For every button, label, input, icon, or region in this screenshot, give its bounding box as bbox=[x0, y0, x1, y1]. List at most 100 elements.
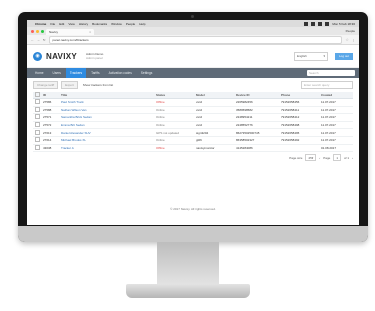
cell-status: Offline bbox=[154, 98, 194, 107]
forward-icon[interactable]: → bbox=[37, 38, 40, 42]
os-menubar: Chrome File Edit View History Bookmarks … bbox=[27, 20, 359, 27]
row-checkbox[interactable] bbox=[33, 98, 41, 107]
cell-title[interactable]: Daniel Alexander SUV bbox=[59, 128, 154, 137]
row-checkbox[interactable] bbox=[33, 121, 41, 130]
cell-id: 27588 bbox=[41, 106, 59, 115]
cell-created: 01.08.2017 bbox=[319, 144, 353, 153]
menu-help[interactable]: Help bbox=[139, 22, 145, 26]
cell-title[interactable]: Michael Brooks XL bbox=[59, 136, 154, 145]
show-from-list-link[interactable]: Show trackers from list bbox=[83, 83, 113, 87]
cell-model: sign3204 bbox=[194, 128, 234, 137]
menu-people[interactable]: People bbox=[126, 22, 135, 26]
cell-status: Online bbox=[154, 136, 194, 145]
bookmark-star-icon[interactable]: ☆ bbox=[345, 37, 349, 42]
browser-tab[interactable]: Navixy × bbox=[46, 29, 94, 35]
page-number-value: 1 bbox=[336, 155, 338, 160]
browser-menu-icon[interactable]: ⋮ bbox=[352, 38, 355, 42]
export-button[interactable]: Export bbox=[61, 81, 78, 89]
maximize-window-icon[interactable] bbox=[41, 29, 44, 33]
menu-edit[interactable]: Edit bbox=[59, 22, 64, 26]
minimize-window-icon[interactable] bbox=[36, 29, 39, 33]
table-row[interactable]: 27572 Emma Brit Sedan Online vsrcl 22485… bbox=[33, 121, 353, 130]
cell-model: gt06 bbox=[194, 136, 234, 145]
close-window-icon[interactable] bbox=[31, 29, 34, 33]
cell-title[interactable]: Paul Smith Truck bbox=[59, 98, 154, 107]
cell-model: vsrcl bbox=[194, 113, 234, 122]
nav-search-placeholder: Search bbox=[309, 71, 319, 75]
monitor-stand-base bbox=[126, 284, 250, 298]
status-icon[interactable] bbox=[311, 21, 316, 26]
logout-button[interactable]: Log out bbox=[335, 52, 353, 60]
nav-activation-codes[interactable]: Activation codes bbox=[105, 68, 136, 78]
cell-status: GPS not updated bbox=[154, 128, 194, 137]
nav-trackers[interactable]: Trackers bbox=[65, 68, 87, 78]
nav-tariffs[interactable]: Tariffs bbox=[87, 68, 103, 78]
menu-file[interactable]: File bbox=[50, 22, 55, 26]
browser-urlbar: ← → ↻ panel.navixy.com/#trackers ☆ ⋮ bbox=[27, 35, 359, 45]
cell-title[interactable]: Tracker A bbox=[59, 144, 154, 153]
prev-page-icon[interactable]: ‹ bbox=[319, 156, 320, 160]
screen: Chrome File Edit View History Bookmarks … bbox=[27, 20, 359, 225]
cell-phone: 79152658495 bbox=[279, 128, 319, 137]
table-row[interactable]: 27588 Nathan Wilson Van Online vsrcl 358… bbox=[33, 106, 353, 115]
menu-window[interactable]: Window bbox=[111, 22, 122, 26]
cell-title[interactable]: Emma Brit Sedan bbox=[59, 121, 154, 130]
page-size-label: Page size bbox=[289, 155, 303, 160]
cell-title[interactable]: Samantha Brick Sedan bbox=[59, 113, 154, 122]
address-bar[interactable]: panel.navixy.com/#trackers bbox=[48, 35, 343, 44]
trackers-toolbar: Change tariff Export Show trackers from … bbox=[27, 78, 359, 92]
row-checkbox[interactable] bbox=[33, 113, 41, 122]
menu-history[interactable]: History bbox=[79, 22, 88, 26]
table-row[interactable]: 43038 Tracker A Offline navixymonitor 41… bbox=[33, 144, 353, 153]
cell-created: 11.07.2017 bbox=[319, 128, 353, 137]
next-page-icon[interactable]: › bbox=[352, 156, 353, 160]
nav-users[interactable]: Users bbox=[49, 68, 65, 78]
monitor-stand-neck bbox=[157, 242, 219, 288]
cell-id: 43038 bbox=[41, 144, 59, 153]
wifi-icon[interactable] bbox=[318, 21, 323, 26]
nav-search-input[interactable]: Search bbox=[307, 70, 355, 76]
table-row[interactable]: 27613 Daniel Alexander SUV GPS not updat… bbox=[33, 128, 353, 137]
account-subtitle: Admin panel bbox=[86, 56, 103, 60]
cell-status: Online bbox=[154, 113, 194, 122]
page-size-select[interactable]: 25 ▾ bbox=[305, 154, 317, 162]
battery-icon[interactable] bbox=[325, 21, 330, 26]
cell-title[interactable]: Nathan Wilson Van bbox=[59, 106, 154, 115]
row-checkbox[interactable] bbox=[33, 128, 41, 137]
brand-name: NAVIXY bbox=[46, 51, 77, 61]
back-icon[interactable]: ← bbox=[31, 38, 34, 42]
status-icon[interactable] bbox=[304, 21, 309, 26]
change-tariff-button[interactable]: Change tariff bbox=[33, 81, 59, 89]
table-row[interactable]: 27586 Paul Smith Truck Offline vsrcl 226… bbox=[33, 98, 353, 107]
table-row[interactable]: 27571 Samantha Brick Sedan Online vsrcl … bbox=[33, 113, 353, 122]
row-checkbox[interactable] bbox=[33, 144, 41, 153]
cell-created: 11.07.2017 bbox=[319, 113, 353, 122]
browser-tabbar: Navixy × People bbox=[27, 27, 359, 35]
menubar-app-name[interactable]: Chrome bbox=[35, 22, 46, 26]
menu-view[interactable]: View bbox=[68, 22, 74, 26]
row-checkbox[interactable] bbox=[33, 106, 41, 115]
nav-settings[interactable]: Settings bbox=[137, 68, 157, 78]
nav-home[interactable]: Home bbox=[31, 68, 48, 78]
reload-icon[interactable]: ↻ bbox=[43, 38, 46, 42]
trackers-table: ID Title Status Model Device ID Phone Cr… bbox=[33, 92, 353, 153]
cell-device-id: 2248954211 bbox=[234, 113, 279, 122]
page-number-input[interactable]: 1 bbox=[333, 154, 341, 162]
cell-phone: 79152658456 bbox=[279, 98, 319, 107]
cell-device-id: 2248552776 bbox=[234, 121, 279, 130]
cell-id: 27613 bbox=[41, 128, 59, 137]
cell-phone: 79152658492 bbox=[279, 136, 319, 145]
browser-profile[interactable]: People bbox=[346, 29, 359, 33]
account-info: Admin Demo Admin panel bbox=[86, 52, 103, 60]
page-label: Page bbox=[323, 155, 331, 160]
menu-bookmarks[interactable]: Bookmarks bbox=[92, 22, 107, 26]
row-checkbox[interactable] bbox=[33, 136, 41, 145]
menubar-clock[interactable]: Mon 5 Feb 18:36 bbox=[332, 22, 355, 26]
pagination: Page size 25 ▾ ‹ Page 1 of 1 › bbox=[27, 152, 359, 162]
tracker-search-input[interactable]: Enter search query bbox=[301, 81, 353, 89]
page-total: of 1 bbox=[343, 155, 349, 160]
select-all-checkbox[interactable] bbox=[33, 92, 41, 99]
tab-close-icon[interactable]: × bbox=[89, 30, 91, 34]
language-select[interactable]: English ▾ bbox=[294, 51, 328, 61]
table-row[interactable]: 27614 Michael Brooks XL Online gt06 8635… bbox=[33, 136, 353, 145]
